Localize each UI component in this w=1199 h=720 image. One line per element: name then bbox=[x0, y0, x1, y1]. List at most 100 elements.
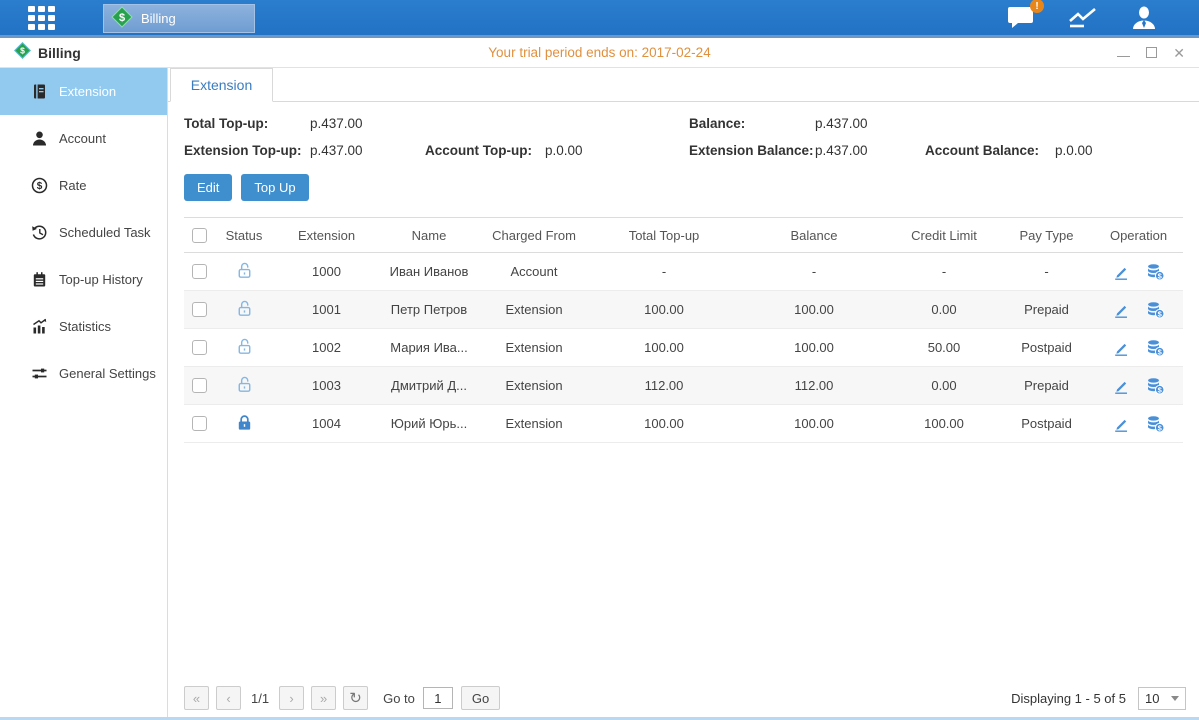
sidebar-item-label: Extension bbox=[59, 84, 116, 99]
monitor-chart-icon[interactable] bbox=[1068, 7, 1098, 29]
next-page-button[interactable]: › bbox=[279, 686, 304, 710]
topup-coins-icon[interactable]: $ bbox=[1146, 377, 1165, 395]
extension-balance-label: Extension Balance: bbox=[689, 143, 815, 158]
cell-extension: 1000 bbox=[274, 253, 379, 291]
cell-name: Иван Иванов bbox=[379, 253, 479, 291]
cell-balance: 112.00 bbox=[739, 367, 889, 405]
page-size-select[interactable]: 10 bbox=[1138, 687, 1186, 710]
messages-icon[interactable]: ! bbox=[1007, 6, 1035, 29]
tab-extension[interactable]: Extension bbox=[170, 68, 273, 102]
top-up-button[interactable]: Top Up bbox=[241, 174, 308, 201]
row-checkbox[interactable] bbox=[192, 416, 207, 431]
col-header-extension: Extension bbox=[274, 218, 379, 253]
edit-pencil-icon[interactable] bbox=[1112, 339, 1130, 357]
table-row: 1001 Петр Петров Extension 100.00 100.00… bbox=[184, 291, 1183, 329]
extension-table: Status Extension Name Charged From Total… bbox=[184, 217, 1183, 443]
topup-coins-icon[interactable]: $ bbox=[1146, 339, 1165, 357]
go-button[interactable]: Go bbox=[461, 686, 500, 710]
sidebar: Extension Account $ Rate bbox=[0, 68, 168, 719]
account-balance-label: Account Balance: bbox=[925, 143, 1055, 158]
cell-pay-type: Prepaid bbox=[999, 291, 1094, 329]
app-launcher-icon[interactable] bbox=[28, 6, 55, 30]
account-person-icon bbox=[31, 130, 48, 147]
sidebar-item-label: Account bbox=[59, 131, 106, 146]
tab-bar: Extension bbox=[168, 68, 1199, 102]
account-balance-value: p.0.00 bbox=[1055, 143, 1180, 158]
edit-pencil-icon[interactable] bbox=[1112, 263, 1130, 281]
taskbar-tab-label: Billing bbox=[141, 11, 176, 26]
rate-dollar-icon: $ bbox=[31, 177, 48, 194]
col-header-name: Name bbox=[379, 218, 479, 253]
sidebar-item-scheduled-task[interactable]: Scheduled Task bbox=[0, 209, 167, 256]
sidebar-item-account[interactable]: Account bbox=[0, 115, 167, 162]
prev-page-button[interactable]: ‹ bbox=[216, 686, 241, 710]
svg-text:$: $ bbox=[20, 45, 25, 55]
cell-credit-limit: 100.00 bbox=[889, 405, 999, 443]
cell-extension: 1002 bbox=[274, 329, 379, 367]
last-page-button[interactable]: » bbox=[311, 686, 336, 710]
goto-page-input[interactable] bbox=[423, 687, 453, 709]
maximize-button[interactable] bbox=[1146, 47, 1157, 58]
table-row: 1002 Мария Ива... Extension 100.00 100.0… bbox=[184, 329, 1183, 367]
svg-text:$: $ bbox=[37, 181, 43, 192]
cell-balance: 100.00 bbox=[739, 329, 889, 367]
cell-pay-type: Postpaid bbox=[999, 405, 1094, 443]
taskbar-billing-tab[interactable]: $ Billing bbox=[103, 4, 255, 33]
cell-charged-from: Account bbox=[479, 253, 589, 291]
extension-balance-value: p.437.00 bbox=[815, 143, 925, 158]
table-row: 1003 Дмитрий Д... Extension 112.00 112.0… bbox=[184, 367, 1183, 405]
close-button[interactable]: ✕ bbox=[1173, 46, 1185, 60]
extension-ledger-icon bbox=[31, 83, 48, 100]
status-lock-icon[interactable] bbox=[235, 299, 254, 318]
table-header-row: Status Extension Name Charged From Total… bbox=[184, 218, 1183, 253]
extension-topup-label: Extension Top-up: bbox=[184, 143, 310, 158]
page-size-value: 10 bbox=[1145, 691, 1159, 706]
status-lock-icon[interactable] bbox=[235, 375, 254, 394]
summary-section: Total Top-up: p.437.00 Balance: p.437.00… bbox=[168, 102, 1199, 158]
row-checkbox[interactable] bbox=[192, 302, 207, 317]
chevron-down-icon bbox=[1171, 696, 1179, 701]
account-topup-label: Account Top-up: bbox=[425, 143, 545, 158]
cell-total-topup: 100.00 bbox=[589, 291, 739, 329]
user-account-icon[interactable] bbox=[1131, 6, 1157, 30]
select-all-checkbox[interactable] bbox=[192, 228, 207, 243]
cell-balance: - bbox=[739, 253, 889, 291]
topup-coins-icon[interactable]: $ bbox=[1146, 263, 1165, 281]
cell-charged-from: Extension bbox=[479, 367, 589, 405]
billing-app-icon: $ bbox=[14, 42, 31, 64]
sidebar-item-extension[interactable]: Extension bbox=[0, 68, 167, 115]
pagination-bar: « ‹ 1/1 › » ↻ Go to Go Displaying 1 - 5 … bbox=[184, 686, 1186, 710]
row-checkbox[interactable] bbox=[192, 340, 207, 355]
refresh-icon[interactable]: ↻ bbox=[343, 686, 368, 710]
sidebar-item-rate[interactable]: $ Rate bbox=[0, 162, 167, 209]
edit-pencil-icon[interactable] bbox=[1112, 415, 1130, 433]
window-title: Billing bbox=[38, 45, 81, 61]
sidebar-item-statistics[interactable]: Statistics bbox=[0, 303, 167, 350]
topup-coins-icon[interactable]: $ bbox=[1146, 301, 1165, 319]
status-lock-icon[interactable] bbox=[235, 337, 254, 356]
row-checkbox[interactable] bbox=[192, 378, 207, 393]
cell-pay-type: Prepaid bbox=[999, 367, 1094, 405]
edit-pencil-icon[interactable] bbox=[1112, 301, 1130, 319]
topup-coins-icon[interactable]: $ bbox=[1146, 415, 1165, 433]
first-page-button[interactable]: « bbox=[184, 686, 209, 710]
cell-charged-from: Extension bbox=[479, 291, 589, 329]
cell-name: Петр Петров bbox=[379, 291, 479, 329]
cell-pay-type: - bbox=[999, 253, 1094, 291]
goto-label: Go to bbox=[383, 691, 415, 706]
minimize-button[interactable] bbox=[1117, 49, 1130, 57]
sidebar-item-general-settings[interactable]: General Settings bbox=[0, 350, 167, 397]
status-lock-icon[interactable] bbox=[235, 261, 254, 280]
status-lock-icon[interactable] bbox=[235, 413, 254, 432]
displaying-text: Displaying 1 - 5 of 5 bbox=[1011, 691, 1126, 706]
cell-total-topup: 100.00 bbox=[589, 405, 739, 443]
window-titlebar: $ Billing Your trial period ends on: 201… bbox=[0, 38, 1199, 68]
notification-badge: ! bbox=[1030, 0, 1044, 13]
edit-pencil-icon[interactable] bbox=[1112, 377, 1130, 395]
row-checkbox[interactable] bbox=[192, 264, 207, 279]
toolbar: Edit Top Up bbox=[168, 158, 1199, 201]
cell-total-topup: 112.00 bbox=[589, 367, 739, 405]
cell-name: Мария Ива... bbox=[379, 329, 479, 367]
sidebar-item-topup-history[interactable]: Top-up History bbox=[0, 256, 167, 303]
edit-button[interactable]: Edit bbox=[184, 174, 232, 201]
